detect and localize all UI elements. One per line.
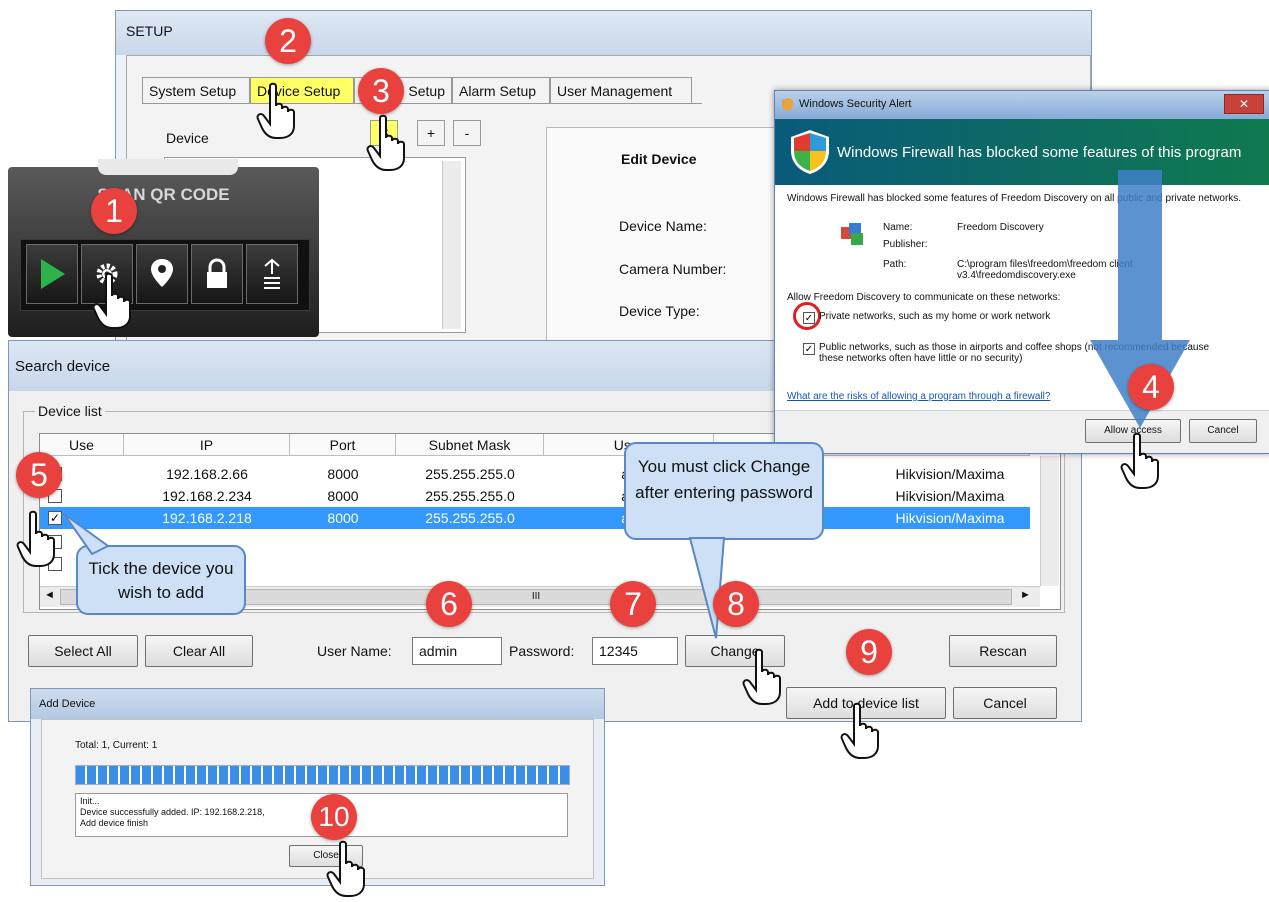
location-pin-icon[interactable] <box>136 244 188 304</box>
pointer-hand-icon <box>366 114 405 171</box>
step-badge-4: 4 <box>1128 364 1174 410</box>
row-port: 8000 <box>327 510 359 526</box>
device-list-label: Device list <box>35 403 105 419</box>
pointer-hand-icon <box>16 510 55 567</box>
row-type: Hikvision/Maxima <box>895 466 1005 482</box>
security-alert-title: Windows Security Alert <box>775 91 1269 119</box>
remove-device-button[interactable]: - <box>453 120 481 146</box>
camera-number-label: Camera Number: <box>619 261 727 277</box>
callout-change-password: You must click Change after entering pas… <box>624 442 824 540</box>
row-ip: 192.168.2.66 <box>166 466 248 482</box>
user-name-label: User Name: <box>317 643 392 659</box>
qr-title: SCAN QR CODE <box>97 185 230 204</box>
close-icon[interactable]: ✕ <box>1224 94 1264 114</box>
password-label: Password: <box>509 643 575 659</box>
edit-device-title: Edit Device <box>621 151 697 167</box>
name-value: Freedom Discovery <box>957 222 1044 233</box>
add-device-window: Add Device Total: 1, Current: 1 Init... … <box>30 688 605 886</box>
setup-tabs: System Setup Device Setup Setup Alarm Se… <box>142 77 702 104</box>
table-vertical-scrollbar[interactable] <box>1040 456 1059 586</box>
tab-user-management[interactable]: User Management <box>550 77 692 103</box>
column-port[interactable]: Port <box>290 434 396 456</box>
upload-icon[interactable] <box>246 244 298 304</box>
step-badge-7: 7 <box>610 581 656 627</box>
alert-cancel-button[interactable]: Cancel <box>1189 419 1257 443</box>
lock-icon[interactable] <box>191 244 243 304</box>
scroll-left-icon[interactable]: ◄ <box>44 589 55 601</box>
step-badge-2: 2 <box>265 18 311 64</box>
add-device-button[interactable]: + <box>417 120 445 146</box>
column-use[interactable]: Use <box>40 434 124 456</box>
allow-networks-text: Allow Freedom Discovery to communicate o… <box>787 292 1061 303</box>
firewall-risks-link[interactable]: What are the risks of allowing a program… <box>787 391 1050 402</box>
security-alert-window: Windows Security Alert ✕ Windows Firewal… <box>774 90 1269 454</box>
device-type-label: Device Type: <box>619 303 700 319</box>
name-label: Name: <box>883 222 913 233</box>
device-tree-scrollbar[interactable] <box>442 161 461 329</box>
private-networks-label: Private networks, such as my home or wor… <box>819 311 1051 322</box>
pointer-hand-icon <box>326 840 365 897</box>
program-icon <box>839 221 865 252</box>
progress-fill <box>76 766 569 784</box>
step-badge-5: 5 <box>16 452 62 498</box>
step-badge-1: 1 <box>91 188 137 234</box>
row-mask: 255.255.255.0 <box>425 488 515 504</box>
row-mask: 255.255.255.0 <box>425 510 515 526</box>
device-label: Device <box>166 130 209 146</box>
callout-tail-tick <box>63 513 110 556</box>
column-ip[interactable]: IP <box>124 434 290 456</box>
password-input[interactable]: 12345 <box>592 637 678 665</box>
row-type: Hikvision/Maxima <box>895 510 1005 526</box>
pointer-hand-icon <box>742 648 781 705</box>
path-label: Path: <box>883 259 907 270</box>
step-badge-6: 6 <box>426 581 472 627</box>
table-row[interactable]: 192.168.2.234 8000 255.255.255.0 ad Hikv… <box>40 485 1030 507</box>
tab-alarm-setup[interactable]: Alarm Setup <box>452 77 550 103</box>
security-alert-header: Windows Firewall has blocked some featur… <box>775 119 1269 185</box>
row-port: 8000 <box>327 488 359 504</box>
setup-title: SETUP <box>116 11 1091 55</box>
cancel-button[interactable]: Cancel <box>953 687 1057 719</box>
pointer-hand-icon <box>840 702 879 759</box>
scroll-thumb-grip: III <box>531 591 541 602</box>
scroll-right-icon[interactable]: ► <box>1020 589 1031 601</box>
publisher-label: Publisher: <box>883 239 928 250</box>
device-name-label: Device Name: <box>619 218 707 234</box>
select-all-button[interactable]: Select All <box>28 635 138 667</box>
row-type: Hikvision/Maxima <box>895 488 1005 504</box>
add-device-title: Add Device <box>31 689 604 719</box>
tab-system-setup[interactable]: System Setup <box>142 77 250 103</box>
step-badge-10: 10 <box>311 794 357 840</box>
step-badge-3: 3 <box>358 68 404 114</box>
row-mask: 255.255.255.0 <box>425 466 515 482</box>
qr-panel: SCAN QR CODE <box>8 159 319 337</box>
row-ip: 192.168.2.218 <box>162 510 252 526</box>
windows-shield-icon <box>791 130 829 174</box>
clear-all-button[interactable]: Clear All <box>145 635 253 667</box>
pointer-hand-icon <box>1120 432 1159 489</box>
user-name-input[interactable]: admin <box>412 637 502 665</box>
shield-small-icon <box>781 98 794 111</box>
progress-bar <box>75 765 570 785</box>
step-badge-8: 8 <box>713 581 759 627</box>
qr-tab <box>98 159 238 175</box>
security-alert-footer: Allow access Cancel <box>775 410 1269 453</box>
row-ip: 192.168.2.234 <box>162 488 252 504</box>
public-networks-checkbox[interactable]: ✓ <box>803 343 815 355</box>
table-row[interactable]: 192.168.2.66 8000 255.255.255.0 ad Hikvi… <box>40 463 1030 485</box>
security-alert-heading: Windows Firewall has blocked some featur… <box>837 144 1242 161</box>
column-subnet-mask[interactable]: Subnet Mask <box>396 434 544 456</box>
step-badge-9: 9 <box>846 629 892 675</box>
pointer-hand-icon <box>92 272 131 329</box>
rescan-button[interactable]: Rescan <box>949 635 1057 667</box>
progress-text: Total: 1, Current: 1 <box>75 740 158 751</box>
pointer-hand-icon <box>256 82 295 139</box>
play-icon[interactable] <box>26 244 78 304</box>
highlight-circle <box>793 302 821 330</box>
row-port: 8000 <box>327 466 359 482</box>
table-row-selected[interactable]: ✓ 192.168.2.218 8000 255.255.255.0 ad Hi… <box>40 507 1030 529</box>
